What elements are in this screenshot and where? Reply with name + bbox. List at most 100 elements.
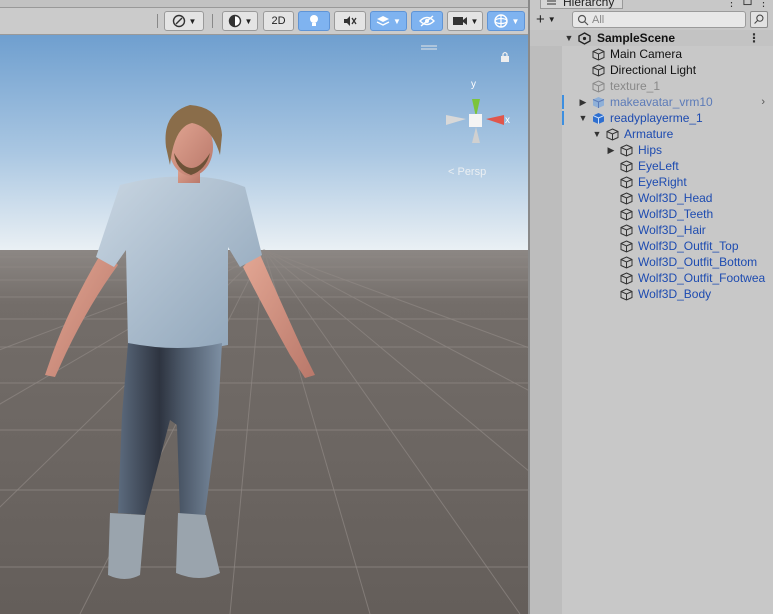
expand-arrow-icon[interactable]: ▶	[578, 97, 588, 108]
lightbulb-icon	[310, 15, 318, 26]
item-label: Wolf3D_Outfit_Footwea	[638, 271, 766, 285]
shading-mode-icon	[228, 14, 241, 28]
item-label: Wolf3D_Outfit_Top	[638, 239, 739, 253]
gameobject-cube-icon	[592, 47, 605, 61]
gizmo-orientation-button[interactable]: ▼	[164, 11, 204, 31]
expand-arrow-icon[interactable]: ▼	[592, 129, 602, 139]
gameobject-cube-icon	[620, 287, 633, 301]
kebab-menu-icon[interactable]: ⋮	[748, 31, 760, 45]
prefab-override-marker	[562, 95, 564, 109]
toolbar-separator	[212, 14, 213, 28]
hierarchy-tab[interactable]: Hierarchy	[540, 0, 624, 9]
prefab-icon	[592, 112, 605, 124]
gizmos-icon	[493, 14, 508, 28]
camera-icon	[452, 17, 467, 25]
gameobject-cube-icon	[620, 159, 633, 173]
2d-toggle-button[interactable]: 2D	[263, 11, 294, 31]
camera-settings-button[interactable]: ▼	[447, 11, 483, 31]
plus-icon: +	[536, 11, 545, 28]
prefab-icon	[592, 96, 605, 108]
search-scene-icon	[754, 14, 764, 24]
projection-label[interactable]: < Persp	[448, 166, 486, 178]
effects-button[interactable]: ▼	[370, 11, 407, 31]
gizmos-button[interactable]: ▼	[487, 11, 525, 31]
lock-icon[interactable]	[499, 51, 511, 63]
scene-row[interactable]: ▼ SampleScene ⋮	[530, 30, 773, 46]
more-options-icon[interactable]: ⋮	[758, 0, 769, 9]
list-item[interactable]: Wolf3D_Outfit_Top	[530, 238, 773, 254]
audio-toggle-button[interactable]	[334, 11, 366, 31]
list-item[interactable]: texture_1	[530, 78, 773, 94]
scene-viewport[interactable]: y x < Persp	[0, 35, 528, 614]
scene-toolbar: ▼ ▼ 2D ▼ ▼ ▼	[0, 8, 528, 35]
item-label: Armature	[624, 127, 674, 141]
gameobject-cube-icon	[620, 239, 633, 253]
gameobject-cube-icon	[620, 143, 633, 157]
gameobject-cube-icon	[620, 255, 633, 269]
chevron-down-icon: ▼	[244, 16, 253, 26]
chevron-down-icon: ▼	[470, 16, 479, 26]
list-item[interactable]: Main Camera	[530, 46, 773, 62]
list-item[interactable]: ▶ Hips	[530, 142, 773, 158]
gameobject-cube-icon	[620, 271, 633, 285]
scene-view[interactable]: ▼ ▼ 2D ▼ ▼ ▼ y x < Persp	[0, 0, 528, 614]
gameobject-cube-icon	[620, 207, 633, 221]
prefab-override-marker	[562, 111, 564, 125]
list-item[interactable]: EyeRight	[530, 174, 773, 190]
item-label: makeavatar_vrm10	[610, 95, 713, 109]
list-item[interactable]: ▼ Armature	[530, 126, 773, 142]
expand-arrow-icon[interactable]: ▼	[578, 113, 588, 123]
list-item[interactable]: Wolf3D_Head	[530, 190, 773, 206]
gameobject-cube-icon	[592, 79, 605, 93]
list-item[interactable]: Wolf3D_Outfit_Bottom	[530, 254, 773, 270]
chevron-down-icon: ▼	[511, 16, 520, 26]
list-item[interactable]: EyeLeft	[530, 158, 773, 174]
chevron-right-icon[interactable]: ›	[761, 96, 765, 108]
list-item[interactable]: Directional Light	[530, 62, 773, 78]
item-label: Wolf3D_Outfit_Bottom	[638, 255, 758, 269]
gizmo-orientation-icon	[172, 14, 185, 28]
item-label: Wolf3D_Hair	[638, 223, 706, 237]
item-label: Hips	[638, 143, 663, 157]
item-label: Wolf3D_Teeth	[638, 207, 714, 221]
add-object-button[interactable]: + ▼	[536, 11, 564, 28]
list-item[interactable]: Wolf3D_Outfit_Footwea	[530, 270, 773, 286]
item-label: Wolf3D_Body	[638, 287, 712, 301]
gameobject-cube-icon	[606, 127, 619, 141]
lighting-toggle-button[interactable]	[298, 11, 330, 31]
scene-name: SampleScene	[597, 31, 676, 45]
chevron-down-icon: ▼	[188, 16, 197, 26]
panel-window-controls: ⋮ ⋮	[726, 0, 769, 9]
chevron-down-icon: ▼	[393, 16, 401, 26]
item-label: EyeRight	[638, 175, 687, 189]
item-label: Wolf3D_Head	[638, 191, 713, 205]
search-icon	[577, 14, 589, 25]
search-by-type-button[interactable]	[750, 11, 768, 28]
item-label: Directional Light	[610, 63, 697, 77]
gizmo-x-label: x	[505, 115, 510, 126]
effects-layers-icon	[376, 16, 390, 26]
list-item[interactable]: Wolf3D_Hair	[530, 222, 773, 238]
hidden-objects-toggle-button[interactable]	[411, 11, 443, 31]
2d-toggle-label: 2D	[271, 15, 286, 27]
chevron-down-icon: ▼	[547, 15, 556, 24]
gameobject-cube-icon	[592, 63, 605, 77]
item-label: readyplayerme_1	[610, 111, 703, 125]
toolbar-separator	[157, 14, 158, 28]
gameobject-cube-icon	[620, 175, 633, 189]
overlay-drag-handle-icon[interactable]	[420, 45, 438, 51]
hierarchy-toolbar: + ▼	[530, 10, 773, 30]
maximize-icon[interactable]	[743, 0, 752, 6]
expand-arrow-icon[interactable]: ▶	[606, 145, 616, 156]
list-item[interactable]: ▶ makeavatar_vrm10 ›	[530, 94, 773, 110]
expand-arrow-icon[interactable]: ▼	[564, 33, 574, 43]
search-input[interactable]	[592, 13, 732, 26]
hierarchy-search[interactable]	[572, 11, 746, 28]
list-item[interactable]: Wolf3D_Teeth	[530, 206, 773, 222]
kebab-menu-icon[interactable]: ⋮	[726, 0, 737, 9]
list-item[interactable]: Wolf3D_Body	[530, 286, 773, 302]
shading-mode-button[interactable]: ▼	[222, 11, 258, 31]
unity-scene-icon	[578, 31, 591, 45]
list-item[interactable]: ▼ readyplayerme_1	[530, 110, 773, 126]
orientation-gizmo[interactable]	[438, 77, 518, 177]
